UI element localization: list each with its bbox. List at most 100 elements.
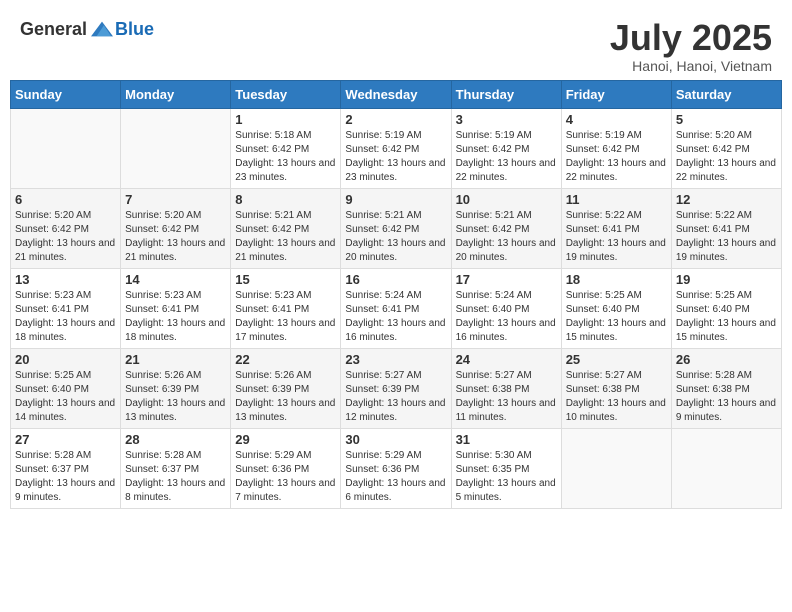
calendar-week-row: 20 Sunrise: 5:25 AMSunset: 6:40 PMDayligh… <box>11 348 782 428</box>
title-block: July 2025 Hanoi, Hanoi, Vietnam <box>610 18 772 74</box>
calendar-day-cell: 27 Sunrise: 5:28 AMSunset: 6:37 PMDayligh… <box>11 428 121 508</box>
day-number: 23 <box>345 352 446 367</box>
day-number: 22 <box>235 352 336 367</box>
day-info: Sunrise: 5:23 AMSunset: 6:41 PMDaylight:… <box>15 289 116 345</box>
day-number: 30 <box>345 432 446 447</box>
day-number: 28 <box>125 432 226 447</box>
day-info: Sunrise: 5:20 AMSunset: 6:42 PMDaylight:… <box>15 209 116 265</box>
calendar-day-cell: 31 Sunrise: 5:30 AMSunset: 6:35 PMDayligh… <box>451 428 561 508</box>
day-number: 4 <box>566 112 667 127</box>
day-number: 31 <box>456 432 557 447</box>
day-number: 2 <box>345 112 446 127</box>
day-number: 5 <box>676 112 777 127</box>
day-number: 25 <box>566 352 667 367</box>
calendar-day-cell <box>561 428 671 508</box>
day-number: 15 <box>235 272 336 287</box>
day-info: Sunrise: 5:27 AMSunset: 6:38 PMDaylight:… <box>566 369 667 425</box>
day-number: 27 <box>15 432 116 447</box>
day-number: 1 <box>235 112 336 127</box>
calendar-day-cell: 2Sunrise: 5:19 AMSunset: 6:42 PMDaylight… <box>341 108 451 188</box>
calendar-day-cell: 30 Sunrise: 5:29 AMSunset: 6:36 PMDayligh… <box>341 428 451 508</box>
day-info: Sunrise: 5:25 AMSunset: 6:40 PMDaylight:… <box>566 289 667 345</box>
day-info: Sunrise: 5:24 AMSunset: 6:40 PMDaylight:… <box>456 289 557 345</box>
calendar-day-cell: 13Sunrise: 5:23 AMSunset: 6:41 PMDayligh… <box>11 268 121 348</box>
calendar-day-cell: 8 Sunrise: 5:21 AMSunset: 6:42 PMDaylight… <box>231 188 341 268</box>
day-info: Sunrise: 5:28 AMSunset: 6:37 PMDaylight:… <box>15 449 116 505</box>
day-info: Sunrise: 5:29 AMSunset: 6:36 PMDaylight:… <box>235 449 336 505</box>
day-info: Sunrise: 5:23 AMSunset: 6:41 PMDaylight:… <box>235 289 336 345</box>
calendar-day-cell: 28 Sunrise: 5:28 AMSunset: 6:37 PMDayligh… <box>121 428 231 508</box>
day-number: 24 <box>456 352 557 367</box>
day-info: Sunrise: 5:25 AMSunset: 6:40 PMDaylight:… <box>676 289 777 345</box>
calendar-day-cell: 11 Sunrise: 5:22 AMSunset: 6:41 PMDayligh… <box>561 188 671 268</box>
day-info: Sunrise: 5:19 AMSunset: 6:42 PMDaylight:… <box>566 129 667 185</box>
day-info: Sunrise: 5:29 AMSunset: 6:36 PMDaylight:… <box>345 449 446 505</box>
day-info: Sunrise: 5:28 AMSunset: 6:38 PMDaylight:… <box>676 369 777 425</box>
day-info: Sunrise: 5:27 AMSunset: 6:38 PMDaylight:… <box>456 369 557 425</box>
calendar-day-cell: 26Sunrise: 5:28 AMSunset: 6:38 PMDayligh… <box>671 348 781 428</box>
logo: General Blue <box>20 18 154 40</box>
calendar-day-cell: 10 Sunrise: 5:21 AMSunset: 6:42 PMDayligh… <box>451 188 561 268</box>
day-number: 18 <box>566 272 667 287</box>
day-info: Sunrise: 5:25 AMSunset: 6:40 PMDaylight:… <box>15 369 116 425</box>
day-number: 3 <box>456 112 557 127</box>
weekday-header-friday: Friday <box>561 80 671 108</box>
day-number: 19 <box>676 272 777 287</box>
calendar-day-cell: 12Sunrise: 5:22 AMSunset: 6:41 PMDayligh… <box>671 188 781 268</box>
logo-icon <box>91 18 113 40</box>
calendar-day-cell: 3 Sunrise: 5:19 AMSunset: 6:42 PMDaylight… <box>451 108 561 188</box>
calendar-day-cell: 29 Sunrise: 5:29 AMSunset: 6:36 PMDayligh… <box>231 428 341 508</box>
calendar-day-cell: 1 Sunrise: 5:18 AMSunset: 6:42 PMDaylight… <box>231 108 341 188</box>
day-info: Sunrise: 5:18 AMSunset: 6:42 PMDaylight:… <box>235 129 336 185</box>
calendar-day-cell <box>11 108 121 188</box>
weekday-header-tuesday: Tuesday <box>231 80 341 108</box>
weekday-header-saturday: Saturday <box>671 80 781 108</box>
month-year-title: July 2025 <box>610 18 772 58</box>
calendar-day-cell: 21Sunrise: 5:26 AMSunset: 6:39 PMDayligh… <box>121 348 231 428</box>
day-number: 12 <box>676 192 777 207</box>
calendar-week-row: 27 Sunrise: 5:28 AMSunset: 6:37 PMDayligh… <box>11 428 782 508</box>
day-info: Sunrise: 5:24 AMSunset: 6:41 PMDaylight:… <box>345 289 446 345</box>
logo-general-text: General <box>20 19 87 40</box>
calendar-day-cell: 15 Sunrise: 5:23 AMSunset: 6:41 PMDayligh… <box>231 268 341 348</box>
day-number: 29 <box>235 432 336 447</box>
calendar-day-cell <box>671 428 781 508</box>
calendar-table: SundayMondayTuesdayWednesdayThursdayFrid… <box>10 80 782 509</box>
day-number: 21 <box>125 352 226 367</box>
day-number: 8 <box>235 192 336 207</box>
weekday-header-monday: Monday <box>121 80 231 108</box>
weekday-header-thursday: Thursday <box>451 80 561 108</box>
day-number: 14 <box>125 272 226 287</box>
day-info: Sunrise: 5:19 AMSunset: 6:42 PMDaylight:… <box>456 129 557 185</box>
calendar-week-row: 13Sunrise: 5:23 AMSunset: 6:41 PMDayligh… <box>11 268 782 348</box>
calendar-day-cell: 4 Sunrise: 5:19 AMSunset: 6:42 PMDaylight… <box>561 108 671 188</box>
day-info: Sunrise: 5:23 AMSunset: 6:41 PMDaylight:… <box>125 289 226 345</box>
weekday-header-sunday: Sunday <box>11 80 121 108</box>
weekday-header-wednesday: Wednesday <box>341 80 451 108</box>
calendar-day-cell: 9 Sunrise: 5:21 AMSunset: 6:42 PMDaylight… <box>341 188 451 268</box>
day-number: 17 <box>456 272 557 287</box>
day-info: Sunrise: 5:22 AMSunset: 6:41 PMDaylight:… <box>566 209 667 265</box>
day-info: Sunrise: 5:21 AMSunset: 6:42 PMDaylight:… <box>456 209 557 265</box>
day-info: Sunrise: 5:21 AMSunset: 6:42 PMDaylight:… <box>345 209 446 265</box>
day-number: 9 <box>345 192 446 207</box>
location-subtitle: Hanoi, Hanoi, Vietnam <box>610 58 772 74</box>
day-number: 10 <box>456 192 557 207</box>
day-info: Sunrise: 5:20 AMSunset: 6:42 PMDaylight:… <box>676 129 777 185</box>
weekday-header-row: SundayMondayTuesdayWednesdayThursdayFrid… <box>11 80 782 108</box>
day-number: 11 <box>566 192 667 207</box>
calendar-day-cell: 22Sunrise: 5:26 AMSunset: 6:39 PMDayligh… <box>231 348 341 428</box>
day-info: Sunrise: 5:27 AMSunset: 6:39 PMDaylight:… <box>345 369 446 425</box>
day-info: Sunrise: 5:30 AMSunset: 6:35 PMDaylight:… <box>456 449 557 505</box>
day-info: Sunrise: 5:20 AMSunset: 6:42 PMDaylight:… <box>125 209 226 265</box>
day-number: 6 <box>15 192 116 207</box>
calendar-day-cell: 17 Sunrise: 5:24 AMSunset: 6:40 PMDayligh… <box>451 268 561 348</box>
calendar-day-cell: 7Sunrise: 5:20 AMSunset: 6:42 PMDaylight… <box>121 188 231 268</box>
logo-blue-text: Blue <box>115 19 154 40</box>
calendar-day-cell: 14 Sunrise: 5:23 AMSunset: 6:41 PMDayligh… <box>121 268 231 348</box>
page-header: General Blue July 2025 Hanoi, Hanoi, Vie… <box>10 10 782 80</box>
day-number: 20 <box>15 352 116 367</box>
day-info: Sunrise: 5:21 AMSunset: 6:42 PMDaylight:… <box>235 209 336 265</box>
calendar-day-cell: 23 Sunrise: 5:27 AMSunset: 6:39 PMDayligh… <box>341 348 451 428</box>
day-info: Sunrise: 5:28 AMSunset: 6:37 PMDaylight:… <box>125 449 226 505</box>
